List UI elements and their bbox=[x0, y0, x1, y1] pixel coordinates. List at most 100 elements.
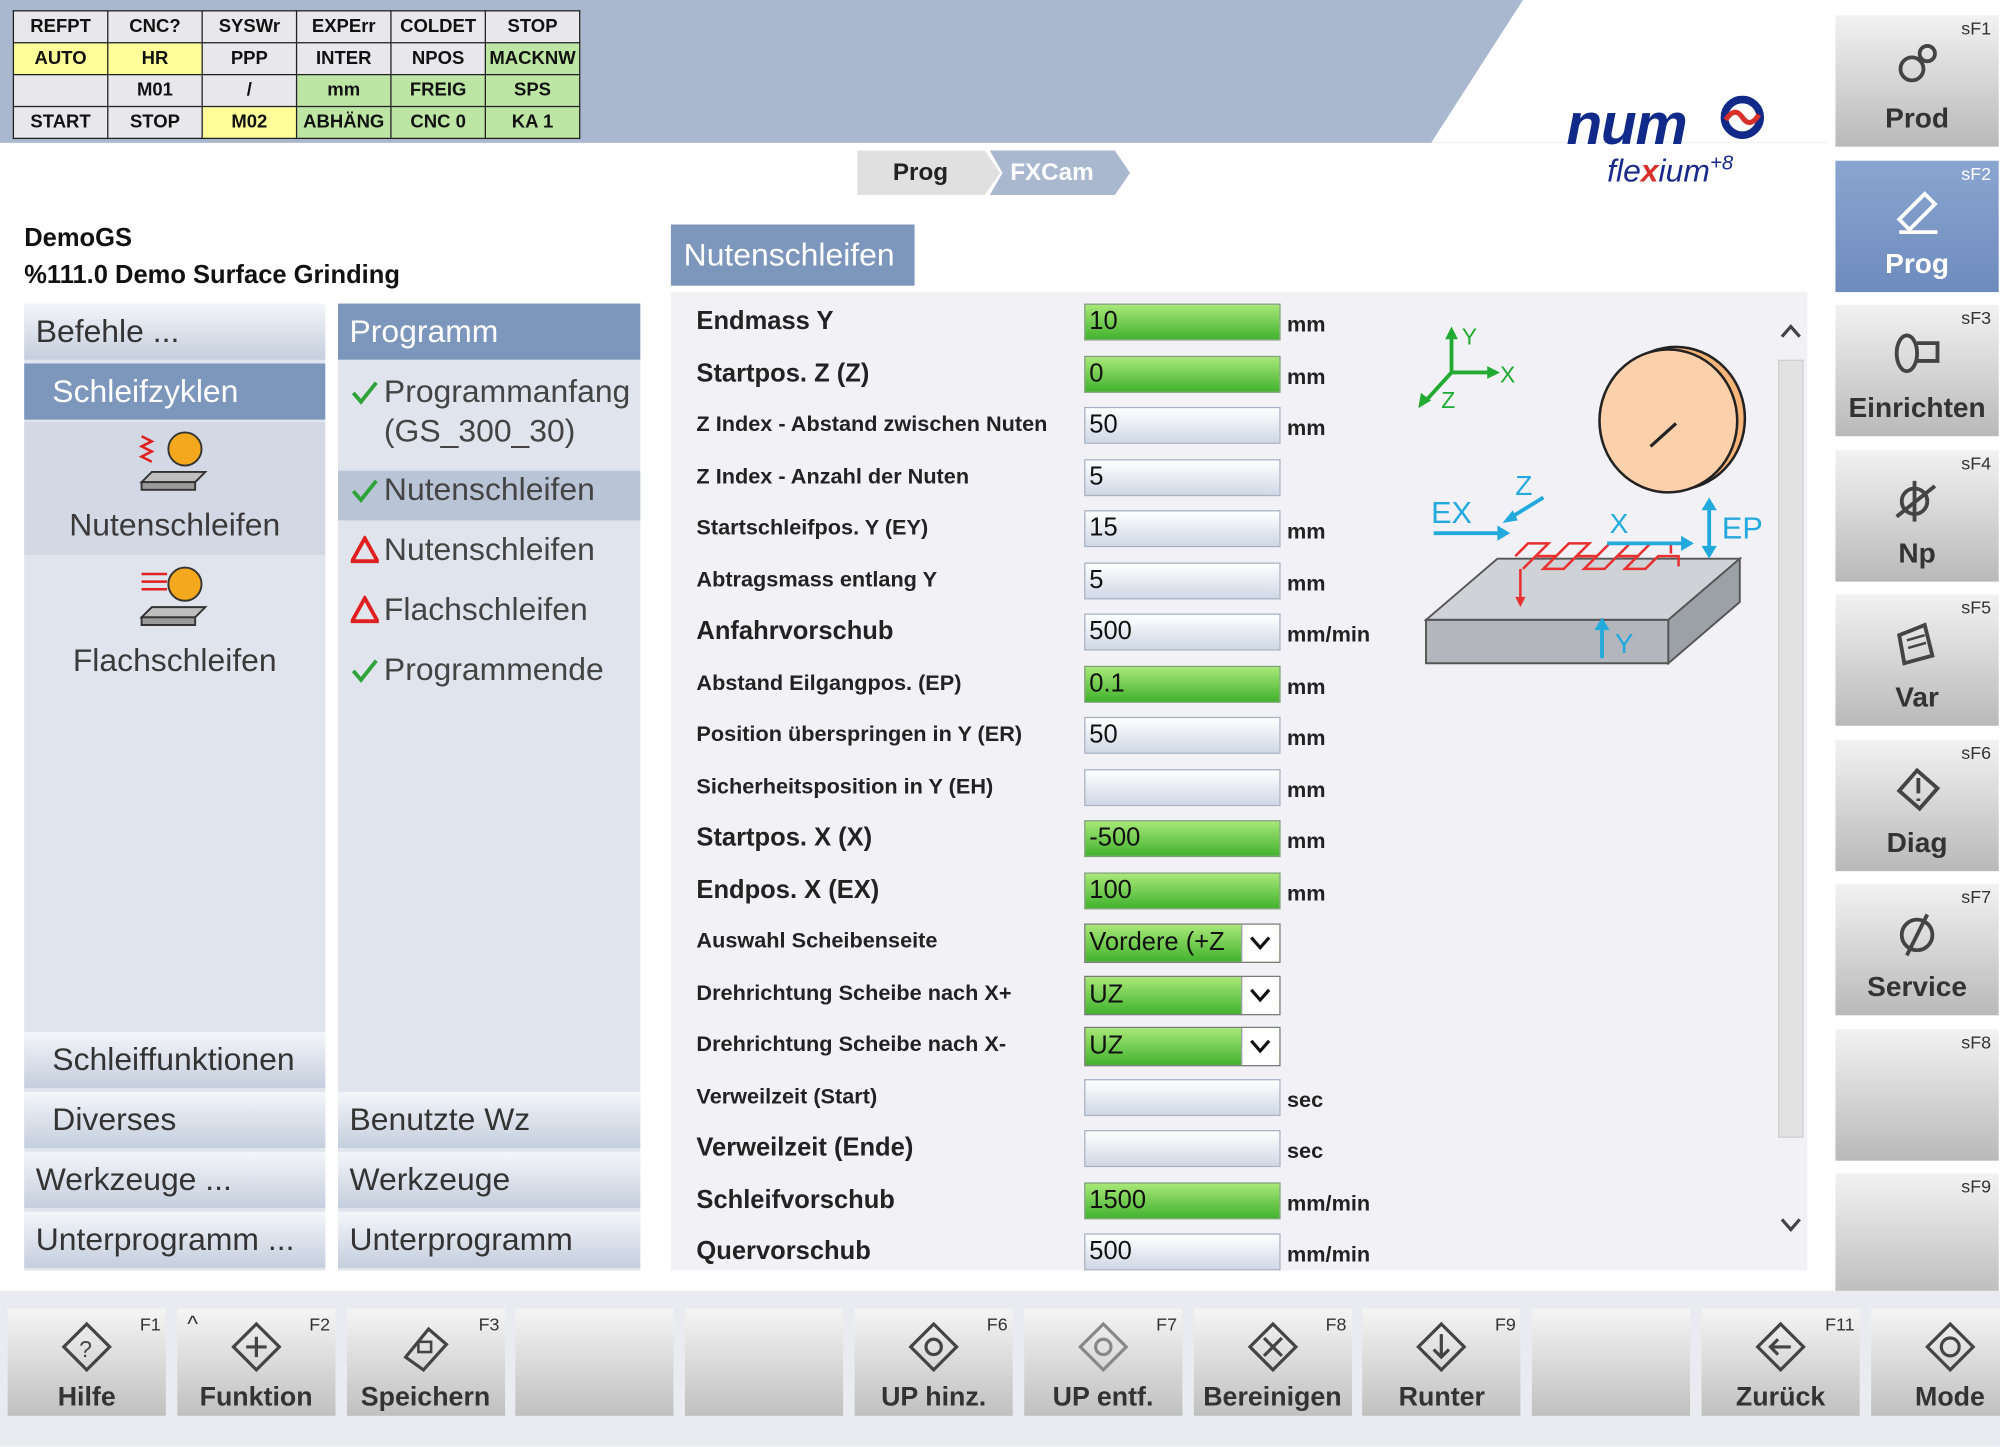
softkey-sf5[interactable]: sF5Var bbox=[1835, 594, 1998, 725]
plus-icon bbox=[228, 1319, 284, 1375]
program-step-label: Programmende bbox=[384, 652, 604, 688]
pencil-icon bbox=[1889, 180, 1945, 236]
program-name: DemoGS bbox=[24, 221, 400, 258]
softkey-code: sF8 bbox=[1961, 1031, 1991, 1051]
softkey-code: F9 bbox=[1495, 1314, 1516, 1334]
disc-icon bbox=[906, 1319, 962, 1375]
softkey-runter[interactable]: F9 Runter bbox=[1363, 1309, 1521, 1416]
status-cell: PPP bbox=[202, 43, 296, 75]
softkey-code: sF7 bbox=[1961, 886, 1991, 906]
softkey-sf6[interactable]: sF6Diag bbox=[1835, 739, 1998, 870]
tab-werkzeuge[interactable]: Werkzeuge bbox=[338, 1152, 640, 1208]
program-step[interactable]: Flachschleifen bbox=[338, 591, 640, 641]
field-label: Abstand Eilgangpos. (EP) bbox=[696, 658, 961, 709]
status-cell: AUTO bbox=[13, 43, 107, 75]
softkey-mode[interactable]: FMode bbox=[1871, 1309, 2000, 1416]
softkey-code: sF5 bbox=[1961, 597, 1991, 617]
scroll-down-icon[interactable] bbox=[1778, 1212, 1804, 1238]
field-input[interactable]: 10 bbox=[1084, 304, 1280, 341]
field-label: Endmass Y bbox=[696, 296, 833, 347]
status-cell: mm bbox=[297, 75, 391, 107]
field-input[interactable]: 50 bbox=[1084, 407, 1280, 444]
breadcrumb-fxcam[interactable]: FXCam bbox=[990, 151, 1130, 196]
field-input[interactable]: 50 bbox=[1084, 717, 1280, 754]
chevron-down-icon[interactable] bbox=[1241, 925, 1279, 962]
softkey-bereinigen[interactable]: F8Bereinigen bbox=[1193, 1309, 1351, 1416]
field-select[interactable]: UZ bbox=[1084, 975, 1280, 1015]
clear-icon bbox=[1244, 1319, 1300, 1375]
field-input[interactable]: 15 bbox=[1084, 510, 1280, 547]
cycle-flachschleifen[interactable]: Flachschleifen bbox=[24, 561, 325, 689]
program-header: Programm bbox=[338, 304, 640, 360]
group-schleiffunktionen[interactable]: Schleiffunktionen bbox=[24, 1032, 325, 1088]
check-icon bbox=[351, 476, 379, 504]
softkey-up-hinz[interactable]: F6UP hinz. bbox=[855, 1309, 1013, 1416]
label-x: X bbox=[1610, 508, 1629, 539]
softkey-sf8[interactable]: sF8 bbox=[1835, 1029, 1998, 1160]
field-input[interactable]: 500 bbox=[1084, 1233, 1280, 1270]
softkey-sf3[interactable]: sF3Einrichten bbox=[1835, 305, 1998, 436]
label-ep: EP bbox=[1722, 511, 1763, 545]
program-step[interactable]: Programmanfang (GS_300_30) bbox=[338, 372, 640, 461]
field-input[interactable]: -500 bbox=[1084, 820, 1280, 857]
status-cell: SPS bbox=[485, 75, 579, 107]
field-select[interactable]: UZ bbox=[1084, 1027, 1280, 1067]
softkey-empty[interactable] bbox=[1532, 1309, 1690, 1416]
field-select[interactable]: Vordere (+Z bbox=[1084, 923, 1280, 963]
cycle-nutenschleifen[interactable]: Nutenschleifen bbox=[24, 426, 325, 554]
chevron-down-icon[interactable] bbox=[1241, 976, 1279, 1013]
field-input[interactable]: 100 bbox=[1084, 872, 1280, 909]
field-input[interactable] bbox=[1084, 1078, 1280, 1115]
softkey-sf2[interactable]: sF2Prog bbox=[1835, 160, 1998, 291]
softkey-sf4[interactable]: sF4Np bbox=[1835, 450, 1998, 581]
tab-unterprogramm[interactable]: Unterprogramm bbox=[338, 1212, 640, 1268]
softkey-up-entf[interactable]: F7UP entf. bbox=[1024, 1309, 1182, 1416]
form-scrollbar[interactable] bbox=[1775, 306, 1806, 1256]
warning-icon bbox=[1889, 760, 1945, 816]
softkey-zur-ck[interactable]: F11Zurück bbox=[1702, 1309, 1860, 1416]
status-cell: INTER bbox=[297, 43, 391, 75]
softkey-code: sF6 bbox=[1961, 742, 1991, 762]
gears-icon bbox=[1889, 36, 1945, 92]
softkey-sf7[interactable]: sF7Service bbox=[1835, 884, 1998, 1015]
group-werkzeuge[interactable]: Werkzeuge ... bbox=[24, 1152, 325, 1208]
field-input[interactable] bbox=[1084, 1130, 1280, 1167]
scroll-thumb[interactable] bbox=[1778, 360, 1804, 1138]
grinding-wheel-icon bbox=[1599, 347, 1744, 492]
group-unterprogramm[interactable]: Unterprogramm ... bbox=[24, 1212, 325, 1268]
scroll-up-icon[interactable] bbox=[1778, 319, 1804, 345]
field-input[interactable]: 500 bbox=[1084, 614, 1280, 651]
back-icon bbox=[1753, 1319, 1809, 1375]
softkey-label: UP entf. bbox=[1024, 1383, 1182, 1414]
field-unit: mm bbox=[1287, 296, 1326, 347]
select-value: UZ bbox=[1089, 980, 1123, 1008]
softkey-label: Runter bbox=[1363, 1383, 1521, 1414]
program-step[interactable]: Nutenschleifen bbox=[338, 471, 640, 521]
softkey-sf1[interactable]: sF1Prod bbox=[1835, 15, 1998, 146]
field-input[interactable]: 0 bbox=[1084, 355, 1280, 392]
program-step[interactable]: Nutenschleifen bbox=[338, 531, 640, 581]
field-input[interactable]: 1500 bbox=[1084, 1182, 1280, 1219]
field-input[interactable]: 5 bbox=[1084, 459, 1280, 496]
field-input[interactable]: 0.1 bbox=[1084, 665, 1280, 702]
chevron-down-icon[interactable] bbox=[1241, 1028, 1279, 1065]
grinding-path bbox=[1515, 543, 1671, 556]
softkey-empty[interactable] bbox=[516, 1309, 674, 1416]
program-step[interactable]: Programmende bbox=[338, 651, 640, 701]
softkey-empty[interactable] bbox=[685, 1309, 843, 1416]
field-input[interactable]: 5 bbox=[1084, 562, 1280, 599]
group-diverses[interactable]: Diverses bbox=[24, 1092, 325, 1148]
tab-benutzte-wz[interactable]: Benutzte Wz bbox=[338, 1092, 640, 1148]
field-unit: mm bbox=[1287, 658, 1326, 709]
field-input[interactable] bbox=[1084, 768, 1280, 805]
commands-header[interactable]: Befehle ... bbox=[24, 304, 325, 360]
softkey-code: sF4 bbox=[1961, 452, 1991, 472]
cycle-group-schleifzyklen[interactable]: Schleifzyklen bbox=[24, 364, 325, 420]
breadcrumb-prog[interactable]: Prog bbox=[857, 151, 1000, 196]
field-label: Anfahrvorschub bbox=[696, 606, 893, 657]
axis-label-x: X bbox=[1500, 362, 1515, 388]
softkey-sf9[interactable]: sF9 bbox=[1835, 1173, 1998, 1304]
softkey-hilfe[interactable]: F1?Hilfe bbox=[8, 1309, 166, 1416]
softkey-speichern[interactable]: F3Speichern bbox=[346, 1309, 504, 1416]
softkey-funktion[interactable]: F2^Funktion bbox=[177, 1309, 335, 1416]
